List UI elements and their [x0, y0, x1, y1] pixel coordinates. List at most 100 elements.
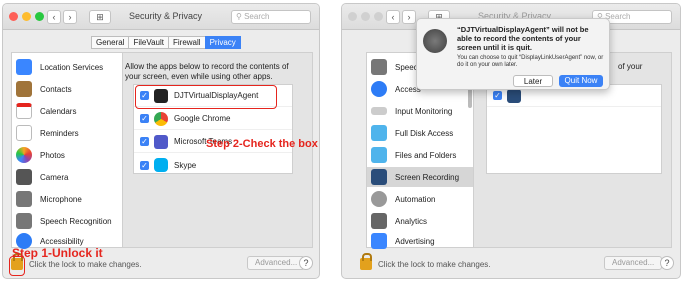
sidebar-item-label: Analytics: [395, 216, 428, 226]
step1-annotation: Step 1-Unlock it: [12, 246, 103, 260]
chrome-icon: [154, 111, 168, 126]
privacy-sidebar[interactable]: Location Services Contacts Calendars Rem…: [11, 52, 123, 249]
advanced-button[interactable]: Advanced...: [604, 256, 663, 270]
tab-bar: General FileVault Firewall Privacy: [91, 36, 241, 49]
sidebar-item-contacts[interactable]: Contacts: [16, 79, 118, 99]
highlight-box: [135, 85, 277, 109]
tab-privacy[interactable]: Privacy: [204, 36, 241, 49]
checkbox[interactable]: ✓: [140, 137, 149, 146]
window-controls: [9, 12, 44, 21]
advanced-button[interactable]: Advanced...: [247, 256, 306, 270]
forward-button[interactable]: ›: [63, 10, 77, 24]
accessibility-icon: [371, 81, 387, 97]
minimize-button[interactable]: [361, 12, 370, 21]
lock-area[interactable]: Click the lock to make changes.: [360, 253, 491, 270]
quit-now-button[interactable]: Quit Now: [559, 75, 603, 87]
app-list[interactable]: ✓: [486, 84, 662, 174]
sidebar-item-label: Files and Folders: [395, 150, 457, 160]
search-placeholder: Search: [244, 12, 270, 21]
folder-icon: [371, 125, 387, 141]
sidebar-item-label: Location Services: [40, 62, 104, 72]
checkbox[interactable]: ✓: [140, 114, 149, 123]
close-button[interactable]: [9, 12, 18, 21]
later-button[interactable]: Later: [513, 75, 553, 87]
quit-dialog: “DJTVirtualDisplayAgent” will not be abl…: [416, 18, 610, 90]
title-bar: ‹ › ⊞ Security & Privacy ⚲ Search: [3, 4, 319, 30]
help-button[interactable]: ?: [299, 256, 313, 270]
photos-icon: [16, 147, 32, 163]
step2-annotation: Step 2-Check the box: [206, 138, 318, 150]
show-all-icon[interactable]: ⊞: [89, 10, 111, 24]
sidebar-item-advertising[interactable]: Advertising: [371, 231, 469, 251]
sidebar-item-label: Reminders: [40, 128, 79, 138]
dialog-body: You can choose to quit “DisplayLinkUserA…: [457, 55, 604, 68]
sidebar-item-analytics[interactable]: Analytics: [371, 211, 469, 231]
sidebar-item-label: Accessibility: [40, 236, 84, 246]
description-text: Allow the apps below to record the conte…: [125, 62, 289, 81]
teams-icon: [154, 134, 168, 149]
forward-button[interactable]: ›: [402, 10, 416, 24]
speech-icon: [16, 213, 32, 229]
sidebar-item-automation[interactable]: Automation: [371, 189, 469, 209]
calendar-icon: [16, 103, 32, 119]
sidebar-item-camera[interactable]: Camera: [16, 167, 118, 187]
screen-recording-icon: [371, 169, 387, 185]
sidebar-item-label: Camera: [40, 172, 69, 182]
reminders-icon: [16, 125, 32, 141]
sidebar-item-full-disk-access[interactable]: Full Disk Access: [371, 123, 469, 143]
sidebar-item-photos[interactable]: Photos: [16, 145, 118, 165]
sidebar-item-screen-recording[interactable]: Screen Recording: [367, 167, 473, 187]
zoom-button[interactable]: [374, 12, 383, 21]
help-button[interactable]: ?: [660, 256, 674, 270]
search-icon: ⚲: [236, 12, 245, 21]
keyboard-icon: [371, 107, 387, 115]
back-button[interactable]: ‹: [47, 10, 61, 24]
search-input[interactable]: ⚲ Search: [231, 10, 311, 24]
back-button[interactable]: ‹: [386, 10, 400, 24]
tab-general[interactable]: General: [91, 36, 129, 49]
checkbox[interactable]: ✓: [140, 160, 149, 170]
sidebar-item-label: Advertising: [395, 236, 435, 246]
sidebar-item-label: Input Monitoring: [395, 106, 453, 116]
dialog-title: “DJTVirtualDisplayAgent” will not be abl…: [457, 25, 589, 52]
list-item-skype[interactable]: ✓ Skype: [134, 154, 292, 176]
tab-firewall[interactable]: Firewall: [168, 36, 205, 49]
sidebar-item-calendars[interactable]: Calendars: [16, 101, 118, 121]
minimize-button[interactable]: [22, 12, 31, 21]
lock-icon[interactable]: [360, 253, 372, 270]
folder-icon: [371, 147, 387, 163]
sidebar-item-label: Calendars: [40, 106, 77, 116]
sidebar-item-speech-recognition[interactable]: Speech Recognition: [16, 211, 118, 231]
sidebar-item-label: Speech Recognition: [40, 216, 112, 226]
sidebar-item-microphone[interactable]: Microphone: [16, 189, 118, 209]
checkbox[interactable]: ✓: [493, 91, 502, 100]
system-preferences-icon: [423, 29, 447, 53]
tab-filevault[interactable]: FileVault: [128, 36, 168, 49]
sidebar-item-label: Full Disk Access: [395, 128, 454, 138]
app-label: Google Chrome: [174, 114, 231, 123]
list-item-google-chrome[interactable]: ✓ Google Chrome: [134, 108, 292, 130]
window-title: Security & Privacy: [129, 11, 203, 21]
sidebar-item-label: Screen Recording: [395, 172, 460, 182]
zoom-button[interactable]: [35, 12, 44, 21]
right-window: ‹ › ⊞ Security & Privacy ⚲ Search Speech…: [341, 3, 681, 279]
close-button[interactable]: [348, 12, 357, 21]
sidebar-item-files-and-folders[interactable]: Files and Folders: [371, 145, 469, 165]
sidebar-item-input-monitoring[interactable]: Input Monitoring: [371, 101, 469, 121]
gear-icon: [371, 191, 387, 207]
lock-text: Click the lock to make changes.: [378, 259, 491, 269]
display-agent-icon: [507, 88, 521, 103]
app-label: Skype: [174, 160, 197, 170]
megaphone-icon: [371, 233, 387, 249]
sidebar-item-label: Automation: [395, 194, 436, 204]
sidebar-item-location-services[interactable]: Location Services: [16, 57, 118, 77]
window-controls: [348, 12, 383, 21]
sidebar-item-reminders[interactable]: Reminders: [16, 123, 118, 143]
skype-icon: [154, 158, 168, 172]
sidebar-item-label: Contacts: [40, 84, 72, 94]
contacts-icon: [16, 81, 32, 97]
description-text: of your: [618, 62, 643, 71]
analytics-icon: [371, 213, 387, 229]
location-icon: [16, 59, 32, 75]
sidebar-item-label: Photos: [40, 150, 65, 160]
